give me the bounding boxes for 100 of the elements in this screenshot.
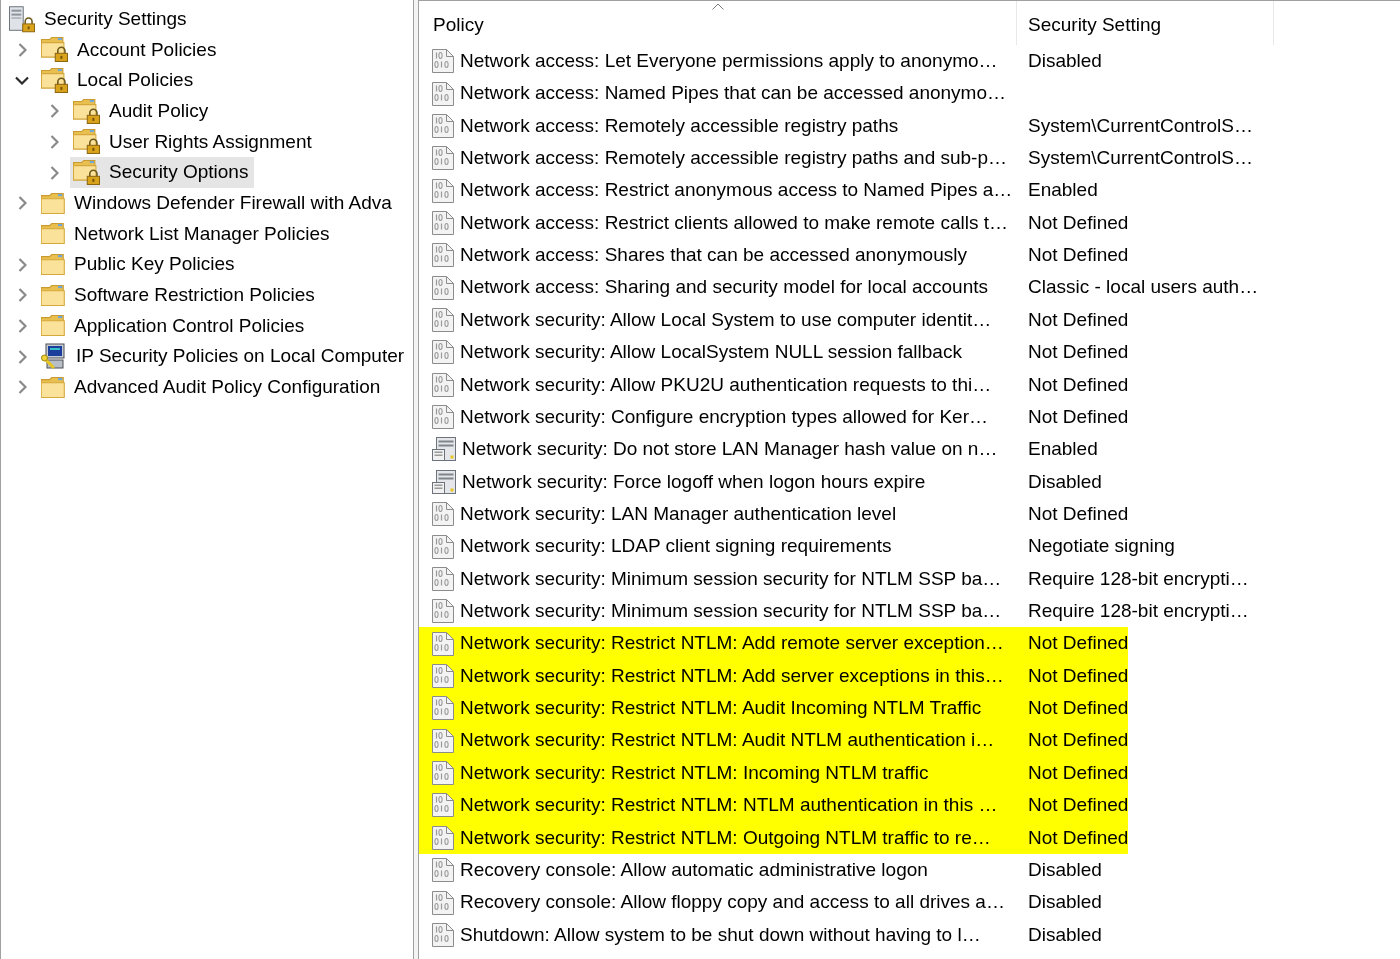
table-cell-text: Require 128-bit encrypti…	[1027, 599, 1249, 624]
table-cell-text: Network access: Restrict anonymous access to Named Pipes a…	[460, 178, 1013, 203]
chevron-right-icon[interactable]	[49, 165, 59, 180]
table-cell-text: Network security: Restrict NTLM: Incoming NTLM traffic	[460, 760, 929, 785]
table-cell-text: Network security: Minimum session security for NTLM SSP ba…	[460, 599, 1002, 624]
binary-document-icon	[432, 599, 454, 624]
table-cell-text: Disabled	[1027, 857, 1102, 882]
folder-icon	[41, 254, 65, 276]
table-cell-text: Not Defined	[1027, 760, 1129, 785]
computer-key-icon	[41, 343, 67, 371]
table-cell-text: Network security: Allow Local System to use computer identit…	[460, 307, 992, 332]
table-cell-text: System\CurrentControlS…	[1027, 113, 1253, 138]
table-cell-text: Classic - local users auth…	[1027, 275, 1259, 300]
tree-item[interactable]: Public Key Policies	[38, 249, 241, 280]
table-cell-text: Not Defined	[1027, 728, 1129, 753]
binary-document-icon	[432, 178, 454, 203]
table-cell-text: Network security: LDAP client signing requirements	[460, 534, 892, 559]
locked-folder-icon	[41, 68, 68, 94]
binary-document-icon	[432, 793, 454, 818]
tree-item[interactable]: User Rights Assignment	[70, 126, 318, 158]
folder-icon	[41, 192, 65, 214]
table-cell-text: Network access: Let Everyone permissions apply to anonymo…	[460, 48, 998, 73]
table-cell-text: Enabled	[1027, 178, 1098, 203]
chevron-right-icon[interactable]	[17, 196, 27, 211]
binary-document-icon	[432, 858, 454, 883]
column-header[interactable]: Security Setting	[1017, 1, 1274, 45]
binary-document-icon	[432, 825, 454, 850]
table-cell-text: Network access: Remotely accessible registry paths	[460, 113, 899, 138]
chevron-right-icon[interactable]	[49, 134, 59, 149]
table-cell-text: Network access: Shares that can be accessed anonymously	[460, 243, 967, 268]
table-cell-text: Recovery console: Allow floppy copy and access to all drives a…	[460, 890, 1005, 915]
chevron-down-icon[interactable]	[15, 76, 29, 86]
tree-item[interactable]: Application Control Policies	[38, 310, 311, 342]
tree-item[interactable]: Security Settings	[6, 4, 193, 35]
chevron-right-icon[interactable]	[17, 288, 27, 303]
binary-document-icon	[432, 664, 454, 688]
table-cell-text: Recovery console: Allow automatic administrative logon	[460, 857, 928, 882]
table-cell-text: Enabled	[1027, 437, 1098, 462]
table-cell-text: Not Defined	[1027, 210, 1129, 235]
table-cell-text: Not Defined	[1027, 243, 1129, 268]
folder-icon	[41, 223, 65, 245]
table-cell-text: Network security: Restrict NTLM: Audit NTLM authentication i…	[460, 728, 995, 753]
chevron-right-icon[interactable]	[17, 380, 27, 395]
chevron-right-icon[interactable]	[49, 104, 59, 119]
tree-item[interactable]: Advanced Audit Policy Configuration	[38, 371, 387, 403]
binary-document-icon	[432, 534, 454, 559]
table-cell-text: Network security: Restrict NTLM: Add remote server exception…	[460, 631, 1004, 656]
table-cell-text: Not Defined	[1027, 501, 1129, 526]
chevron-right-icon[interactable]	[17, 257, 27, 272]
server-icon	[432, 469, 456, 494]
table-cell-text: Network security: Allow LocalSystem NULL session fallback	[460, 340, 962, 365]
chevron-right-icon[interactable]	[17, 349, 27, 364]
table-cell-text: Not Defined	[1027, 372, 1129, 397]
table-cell-text: Negotiate signing	[1027, 534, 1175, 559]
binary-document-icon	[432, 243, 454, 268]
table-cell-text: Disabled	[1027, 922, 1102, 947]
table-cell-text: Network security: Restrict NTLM: Audit Incoming NTLM Traffic	[460, 696, 982, 721]
table-cell-text: Disabled	[1027, 469, 1102, 494]
folder-icon	[41, 284, 65, 306]
tree-item[interactable]: Software Restriction Policies	[38, 279, 321, 311]
table-cell-text: Not Defined	[1027, 793, 1129, 818]
server-lock-icon	[9, 5, 35, 33]
table-cell-text: Network security: Do not store LAN Manager hash value on n…	[462, 437, 998, 462]
binary-document-icon	[432, 81, 454, 106]
table-cell-text: Network access: Restrict clients allowed to make remote calls t…	[460, 210, 1008, 235]
table-cell-text: Shutdown: Allow system to be shut down without having to l…	[460, 922, 981, 947]
server-icon	[432, 437, 456, 462]
tree-item[interactable]: Audit Policy	[70, 95, 215, 127]
binary-document-icon	[432, 502, 454, 527]
tree-item[interactable]: IP Security Policies on Local Computer	[38, 341, 411, 372]
table-cell-text: Network security: Minimum session security for NTLM SSP ba…	[460, 566, 1002, 591]
table-cell-text: Network security: Restrict NTLM: NTLM authentication in this …	[460, 793, 998, 818]
table-cell-text: Not Defined	[1027, 663, 1129, 688]
tree-item[interactable]: Windows Defender Firewall with Adva	[38, 187, 398, 219]
tree-item[interactable]: Security Options	[70, 157, 255, 188]
table-cell-text: Network security: LAN Manager authentication level	[460, 501, 897, 526]
folder-icon	[41, 376, 65, 398]
tree-item[interactable]: Local Policies	[38, 65, 200, 96]
table-cell-text: Not Defined	[1027, 696, 1129, 721]
locked-folder-icon	[41, 37, 68, 63]
binary-document-icon	[432, 728, 454, 753]
binary-document-icon	[432, 372, 454, 397]
table-cell-text: Not Defined	[1027, 307, 1129, 332]
binary-document-icon	[432, 405, 454, 430]
tree-item[interactable]: Network List Manager Policies	[38, 218, 336, 250]
column-header[interactable]: Policy	[419, 1, 1017, 45]
chevron-right-icon[interactable]	[17, 318, 27, 333]
binary-document-icon	[432, 210, 454, 235]
binary-document-icon	[432, 922, 454, 947]
chevron-right-icon[interactable]	[17, 43, 27, 57]
table-cell-text: Not Defined	[1027, 825, 1129, 850]
table-cell-text: Network access: Remotely accessible registry paths and sub-p…	[460, 146, 1007, 170]
table-cell-text: Require 128-bit encrypti…	[1027, 566, 1249, 591]
table-cell-text: Disabled	[1027, 48, 1102, 73]
binary-document-icon	[432, 761, 454, 786]
tree-item[interactable]: Account Policies	[38, 34, 223, 66]
table-cell-text: Network security: Restrict NTLM: Outgoing NTLM traffic to re…	[460, 825, 991, 850]
binary-document-icon	[432, 308, 454, 333]
table-cell-text: Not Defined	[1027, 404, 1129, 429]
table-cell-text: Network security: Restrict NTLM: Add server exceptions in this…	[460, 663, 1004, 688]
